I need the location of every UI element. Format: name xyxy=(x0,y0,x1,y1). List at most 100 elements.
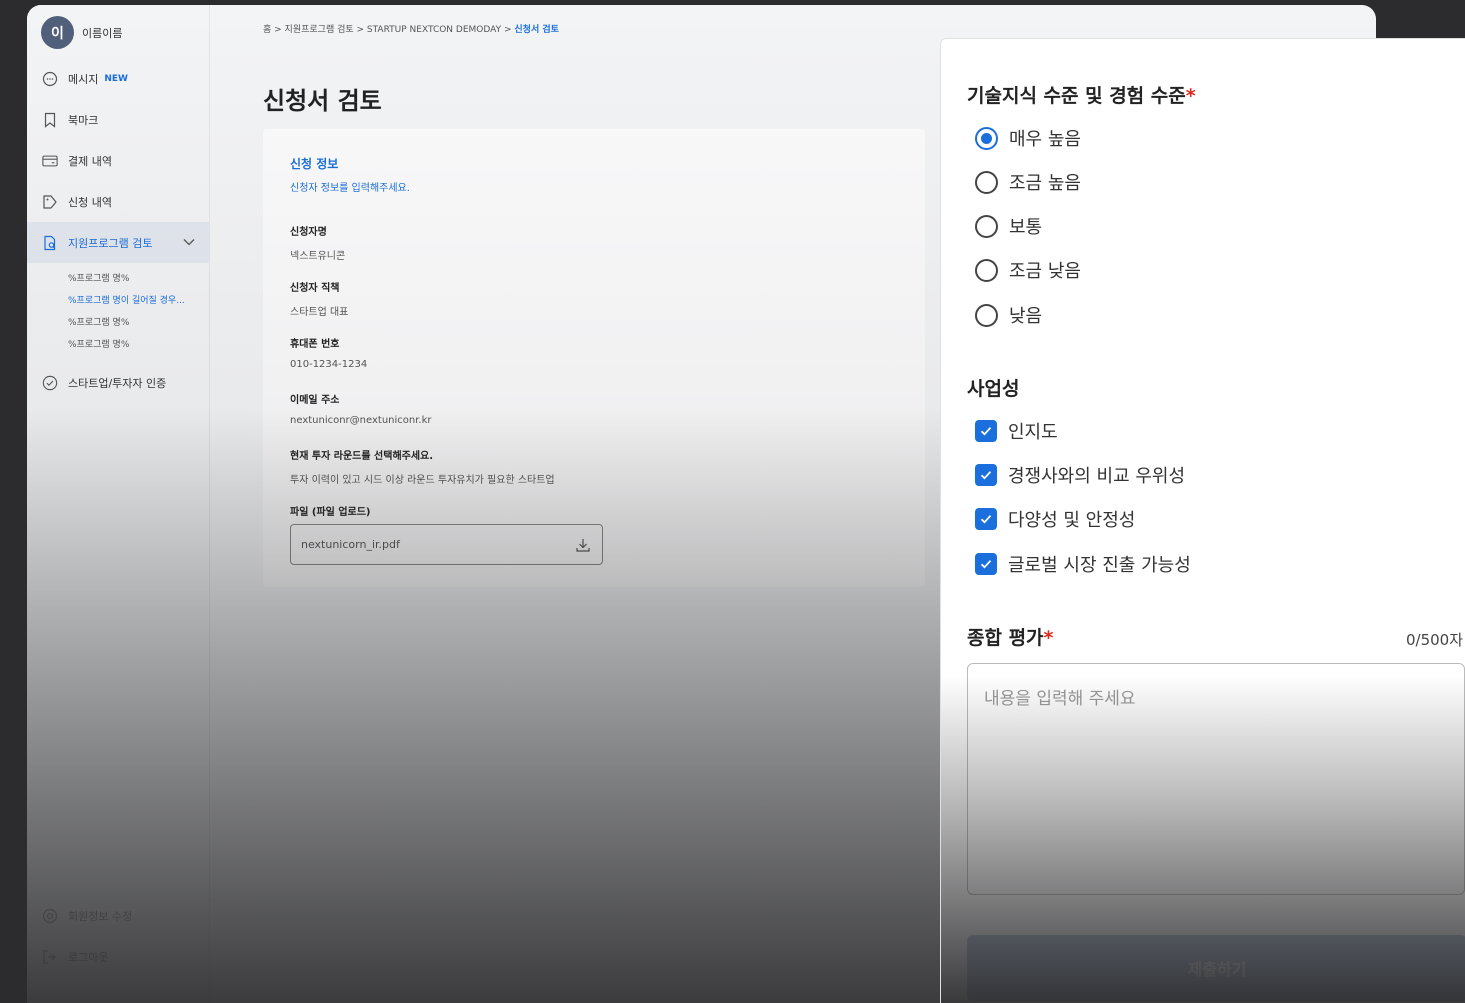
sidebar-item-applications[interactable]: 신청 내역 xyxy=(27,181,210,222)
radio-label: 조금 높음 xyxy=(1009,173,1081,194)
checkbox-label: 경쟁사와의 비교 우위성 xyxy=(1008,466,1186,487)
field-applicant-position: 신청자 직책 스타트업 대표 xyxy=(290,279,348,318)
field-value: 010-1234-1234 xyxy=(290,359,368,370)
check-icon xyxy=(980,471,992,480)
program-item[interactable]: %프로그램 명% xyxy=(27,334,197,356)
field-label: 신청자명 xyxy=(290,227,327,238)
radio-option[interactable]: 조금 낮음 xyxy=(975,257,1081,283)
checkbox-label: 인지도 xyxy=(1008,422,1058,443)
sidebar-item-payments[interactable]: 결제 내역 xyxy=(27,140,210,181)
check-icon xyxy=(980,515,992,524)
field-label: 이메일 주소 xyxy=(290,395,340,406)
logout-icon xyxy=(42,949,58,965)
new-badge: NEW xyxy=(104,73,128,84)
program-item[interactable]: %프로그램 명% xyxy=(27,268,197,290)
application-info-card: 신청 정보 신청자 정보를 입력해주세요. 신청자명 넥스트유니콘 신청자 직책… xyxy=(263,129,925,587)
sidebar-item-settings[interactable]: 회원정보 수정 xyxy=(27,895,210,936)
profile-name: 이름이름 xyxy=(82,26,123,40)
radio-button[interactable] xyxy=(975,214,998,238)
radio-option[interactable]: 보통 xyxy=(975,213,1042,239)
radio-option[interactable]: 낮음 xyxy=(975,302,1042,328)
field-email: 이메일 주소 nextuniconr@nextuniconr.kr xyxy=(290,391,432,426)
field-label: 파일 (파일 업로드) xyxy=(290,507,371,518)
sidebar-item-message[interactable]: 메시지 NEW xyxy=(27,58,210,99)
sidebar-bottom: 회원정보 수정 로그아웃 xyxy=(27,895,210,977)
radio-option[interactable]: 매우 높음 xyxy=(975,125,1081,151)
sidebar-item-label: 결제 내역 xyxy=(68,154,112,168)
breadcrumb-path[interactable]: 홈 > 지원프로그램 검토 > STARTUP NEXTCON DEMODAY … xyxy=(263,25,512,35)
overall-evaluation-textarea[interactable]: 내용을 입력해 주세요 xyxy=(967,663,1465,895)
sidebar-item-label: 신청 내역 xyxy=(68,195,112,209)
checkbox-checked[interactable] xyxy=(975,464,997,486)
field-value: 스타트업 대표 xyxy=(290,307,349,318)
check-icon xyxy=(980,560,992,569)
chevron-down-icon[interactable] xyxy=(182,235,196,252)
radio-selected[interactable] xyxy=(975,126,998,150)
overall-title: 종합 평가* xyxy=(967,623,1053,650)
tag-icon xyxy=(42,194,58,210)
required-mark: * xyxy=(1185,85,1196,107)
checkbox-option[interactable]: 인지도 xyxy=(975,418,1058,444)
review-panel: 기술지식 수준 및 경험 수준* 매우 높음 조금 높음 보통 조금 낮음 낮음… xyxy=(940,38,1465,1003)
program-submenu: %프로그램 명% %프로그램 명이 길어질 경우... %프로그램 명% %프로… xyxy=(27,263,210,362)
sidebar-item-label: 회원정보 수정 xyxy=(68,909,133,923)
field-investment-round: 현재 투자 라운드를 선택해주세요. 투자 이력이 있고 시드 이상 라운드 투… xyxy=(290,447,555,486)
radio-label: 낮음 xyxy=(1009,306,1043,327)
checkbox-label: 다양성 및 안정성 xyxy=(1008,510,1136,531)
gear-icon xyxy=(42,908,58,924)
program-item-active[interactable]: %프로그램 명이 길어질 경우... xyxy=(27,290,197,312)
page-title: 신청서 검토 xyxy=(263,87,382,115)
field-label: 현재 투자 라운드를 선택해주세요. xyxy=(290,451,434,462)
field-file: 파일 (파일 업로드) xyxy=(290,503,371,518)
sidebar-item-label: 북마크 xyxy=(68,113,99,127)
field-value: 투자 이력이 있고 시드 이상 라운드 투자유치가 필요한 스타트업 xyxy=(290,475,555,486)
document-search-icon xyxy=(42,235,58,251)
download-icon[interactable] xyxy=(575,537,591,556)
checkbox-option[interactable]: 글로벌 시장 진출 가능성 xyxy=(975,551,1191,577)
card-icon xyxy=(42,153,58,169)
card-title: 신청 정보 xyxy=(290,157,339,171)
business-title: 사업성 xyxy=(967,378,1020,400)
radio-button[interactable] xyxy=(975,303,998,327)
file-name: nextunicorn_ir.pdf xyxy=(301,538,400,551)
file-download[interactable]: nextunicorn_ir.pdf xyxy=(290,524,603,565)
card-subtitle: 신청자 정보를 입력해주세요. xyxy=(290,183,410,194)
radio-option[interactable]: 조금 높음 xyxy=(975,169,1081,195)
radio-button[interactable] xyxy=(975,258,998,282)
field-applicant-name: 신청자명 넥스트유니콘 xyxy=(290,223,345,262)
sidebar-item-logout[interactable]: 로그아웃 xyxy=(27,936,210,977)
radio-button[interactable] xyxy=(975,170,998,194)
radio-label: 조금 낮음 xyxy=(1009,261,1081,282)
checkbox-checked[interactable] xyxy=(975,420,997,442)
sidebar-item-program-review[interactable]: 지원프로그램 검토 xyxy=(27,222,210,263)
breadcrumb-current: 신청서 검토 xyxy=(514,25,559,35)
check-circle-icon xyxy=(42,375,58,391)
avatar[interactable]: 이 xyxy=(41,16,74,49)
profile[interactable]: 이 이름이름 xyxy=(41,16,122,49)
program-item[interactable]: %프로그램 명% xyxy=(27,312,197,334)
checkbox-checked[interactable] xyxy=(975,553,997,575)
sidebar-item-label: 지원프로그램 검토 xyxy=(68,236,153,250)
field-label: 신청자 직책 xyxy=(290,283,340,294)
sidebar: 이 이름이름 메시지 NEW 북마크 결제 내역 신청 내역 지원프로그램 검토… xyxy=(27,5,210,1003)
field-value: nextuniconr@nextuniconr.kr xyxy=(290,415,432,426)
sidebar-item-verification[interactable]: 스타트업/투자자 인증 xyxy=(27,362,210,403)
sidebar-item-label: 스타트업/투자자 인증 xyxy=(68,376,167,390)
sidebar-item-bookmark[interactable]: 북마크 xyxy=(27,99,210,140)
section-title-text: 종합 평가 xyxy=(967,627,1044,649)
checkbox-checked[interactable] xyxy=(975,508,997,530)
field-phone: 휴대폰 번호 010-1234-1234 xyxy=(290,335,367,370)
submit-button[interactable]: 제출하기 xyxy=(967,935,1465,1001)
sidebar-item-label: 메시지 xyxy=(68,72,99,86)
check-icon xyxy=(980,427,992,436)
sidebar-nav: 메시지 NEW 북마크 결제 내역 신청 내역 지원프로그램 검토 %프로그램 … xyxy=(27,58,210,403)
tech-level-title: 기술지식 수준 및 경험 수준* xyxy=(967,81,1196,108)
checkbox-option[interactable]: 다양성 및 안정성 xyxy=(975,506,1135,532)
checkbox-option[interactable]: 경쟁사와의 비교 우위성 xyxy=(975,462,1185,488)
section-title-text: 기술지식 수준 및 경험 수준 xyxy=(967,85,1186,107)
radio-label: 매우 높음 xyxy=(1009,129,1081,150)
checkbox-label: 글로벌 시장 진출 가능성 xyxy=(1008,555,1191,576)
message-icon xyxy=(42,71,58,87)
required-mark: * xyxy=(1043,627,1054,649)
radio-label: 보통 xyxy=(1009,217,1043,238)
